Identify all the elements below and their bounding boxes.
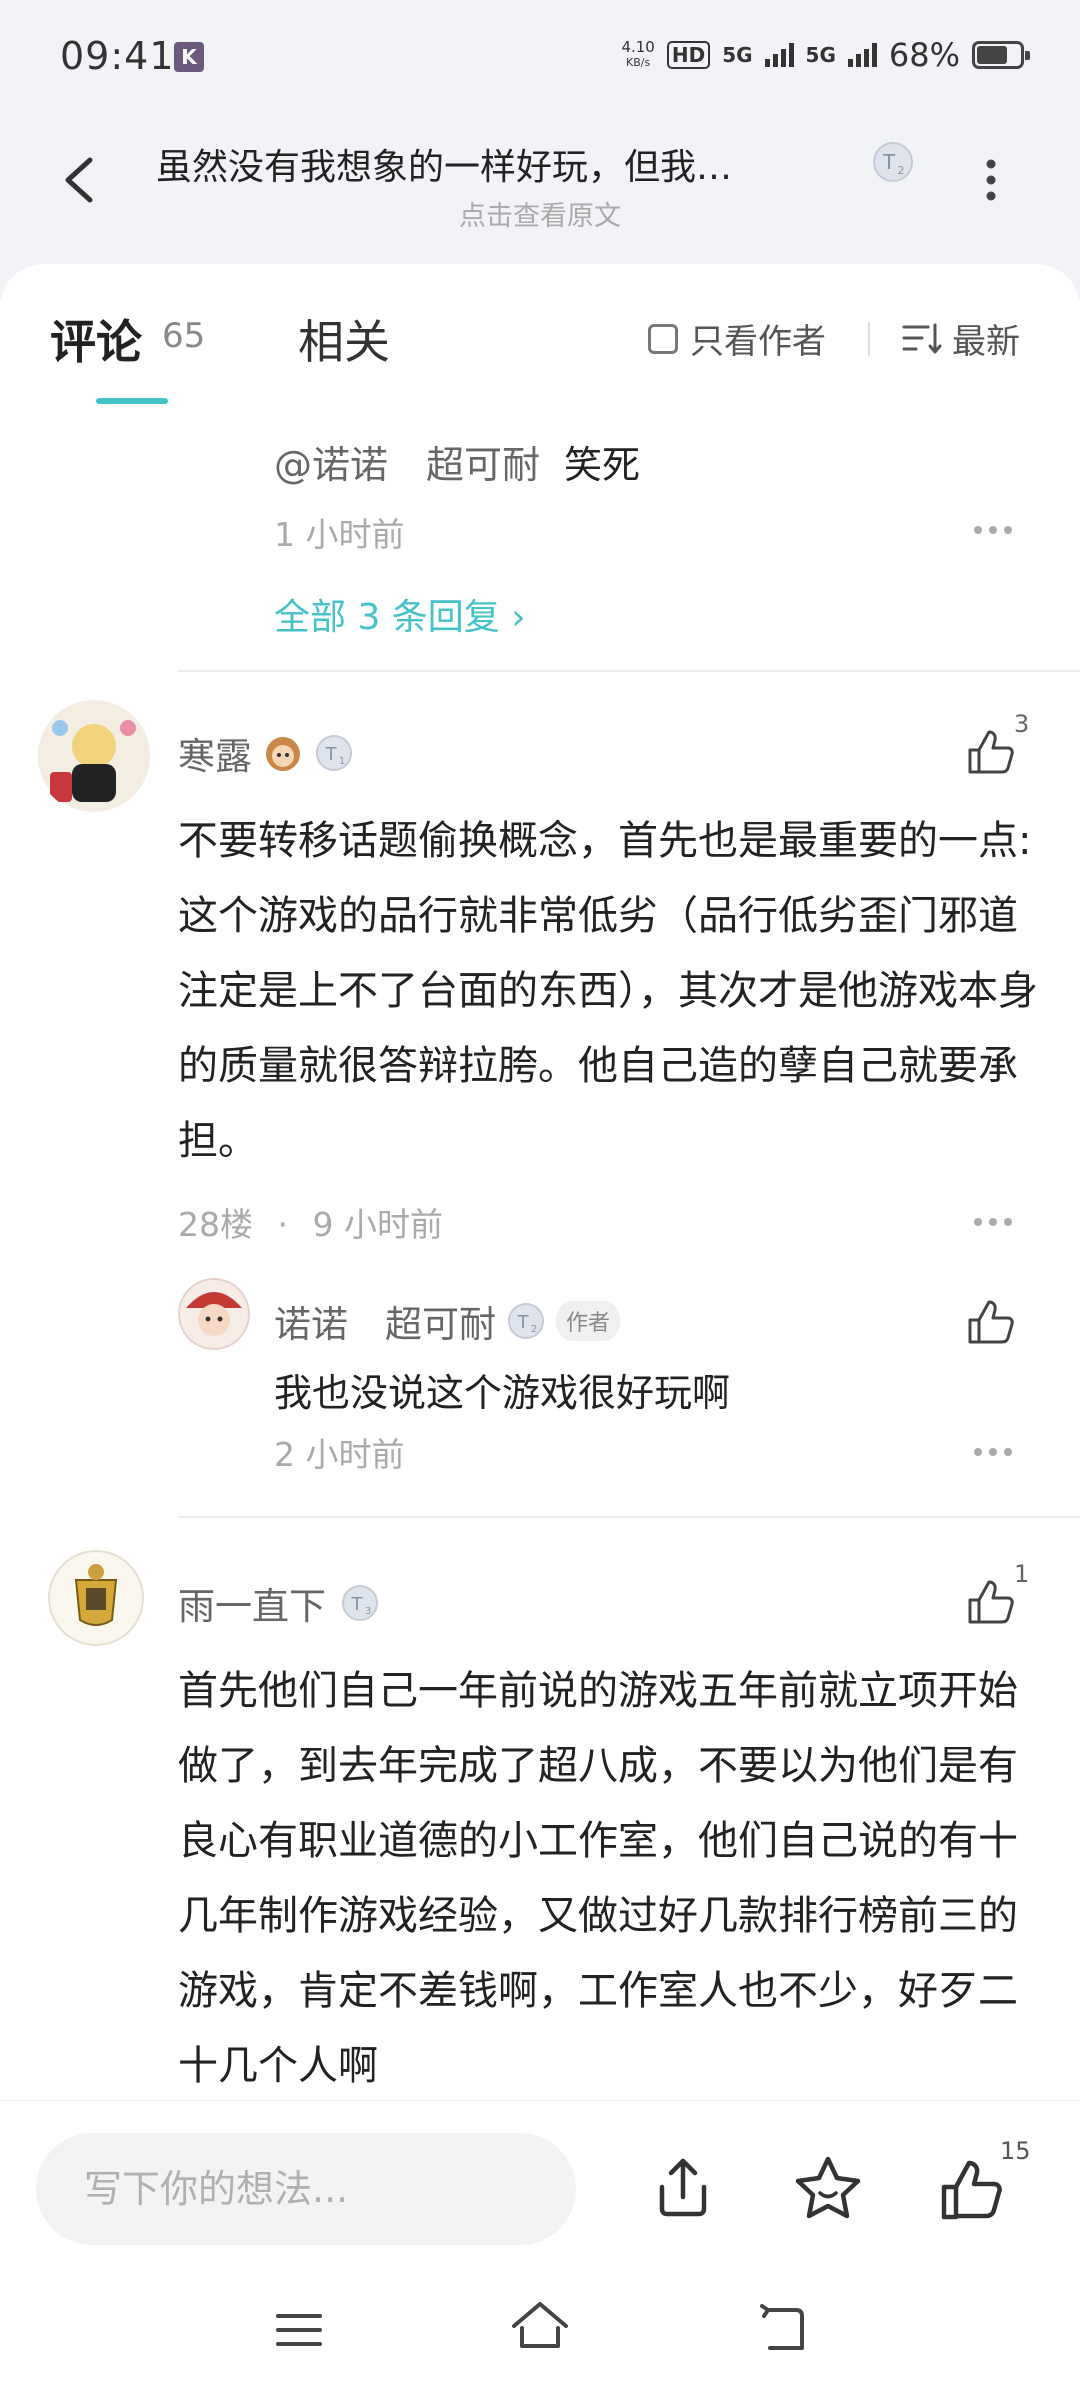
reply-mention[interactable]: @诺诺 超可耐 xyxy=(274,443,540,487)
author-only-label: 只看作者 xyxy=(690,322,826,362)
battery-icon xyxy=(972,41,1030,69)
recent-apps-icon[interactable] xyxy=(274,2310,324,2350)
status-time: 09:41 xyxy=(60,34,175,78)
comment-author[interactable]: 雨一直下 xyxy=(178,1576,326,1630)
svg-text:T: T xyxy=(517,1312,530,1333)
network-speed-unit: KB/s xyxy=(626,56,651,69)
status-indicators: 4.10 KB/s HD 5G 5G 68% xyxy=(621,36,1030,74)
more-options-icon[interactable] xyxy=(968,150,1014,210)
svg-text:T: T xyxy=(882,150,896,174)
comment-header: 雨一直下 T 3 xyxy=(178,1576,380,1630)
avatar[interactable] xyxy=(36,698,152,814)
svg-text:2: 2 xyxy=(898,164,905,177)
network-type-1: 5G xyxy=(722,43,753,67)
reply-more-icon[interactable] xyxy=(974,526,1012,534)
signal-strength-icon xyxy=(764,43,794,67)
signal-strength-icon-2 xyxy=(847,43,877,67)
hd-call-icon: HD xyxy=(666,41,711,69)
like-count: 3 xyxy=(1014,710,1030,738)
post-like-count: 15 xyxy=(1000,2137,1031,2165)
reply-author[interactable]: 诺诺 超可耐 xyxy=(274,1294,496,1348)
comment-floor: 28楼 xyxy=(178,1205,253,1244)
author-only-toggle[interactable]: 只看作者 xyxy=(648,314,826,363)
like-icon[interactable] xyxy=(964,724,1018,778)
battery-percent: 68% xyxy=(888,36,960,74)
reply-body: 笑死 xyxy=(564,443,641,487)
favorite-star-icon[interactable] xyxy=(792,2153,864,2225)
share-icon[interactable] xyxy=(648,2153,718,2223)
level-badge-icon: T 2 xyxy=(873,142,913,182)
comment-more-icon[interactable] xyxy=(974,1218,1012,1226)
reply-text: @诺诺 超可耐 笑死 xyxy=(274,434,640,489)
comments-count: 65 xyxy=(162,316,206,356)
author-only-checkbox[interactable] xyxy=(648,323,678,354)
svg-text:2: 2 xyxy=(531,1324,537,1335)
comment-body: 不要转移话题偷换概念，首先也是最重要的一点:这个游戏的品行就非常低劣（品行低劣歪… xyxy=(178,818,1038,1164)
system-back-icon[interactable] xyxy=(754,2304,808,2354)
avatar[interactable] xyxy=(178,1278,250,1350)
avatar[interactable] xyxy=(48,1550,144,1646)
svg-text:1: 1 xyxy=(339,756,345,767)
divider xyxy=(868,322,870,356)
author-tag: 作者 xyxy=(556,1301,621,1341)
reply-more-icon[interactable] xyxy=(974,1448,1012,1456)
reply-header: 诺诺 超可耐 T 2 作者 xyxy=(274,1294,621,1348)
like-icon[interactable] xyxy=(964,1294,1018,1348)
level-badge-icon: T 2 xyxy=(508,1303,544,1339)
reply-body: 我也没说这个游戏很好玩啊 xyxy=(274,1371,731,1415)
status-bar: 09:41 K 4.10 KB/s HD 5G 5G 68% xyxy=(0,0,1080,120)
network-type-2: 5G xyxy=(805,43,836,67)
network-speed: 4.10 KB/s xyxy=(621,40,654,70)
svg-text:3: 3 xyxy=(365,1606,371,1617)
system-navigation-bar xyxy=(0,2260,1080,2400)
like-count: 1 xyxy=(1014,1560,1030,1588)
comments-panel: @诺诺 超可耐 笑死 1 小时前 全部 3 条回复 › 寒露 T 1 3 不要转… xyxy=(0,264,1080,2100)
svg-text:T: T xyxy=(351,1594,364,1615)
network-speed-value: 4.10 xyxy=(621,38,655,56)
view-all-replies-link[interactable]: 全部 3 条回复 › xyxy=(274,588,526,640)
comment-meta: 28楼 · 9 小时前 xyxy=(178,1198,443,1246)
home-icon[interactable] xyxy=(508,2298,572,2358)
like-icon[interactable] xyxy=(964,1574,1018,1628)
level-badge-icon: T 3 xyxy=(342,1585,378,1621)
sort-icon xyxy=(902,323,942,353)
meta-separator: · xyxy=(277,1205,289,1244)
tab-indicator xyxy=(96,398,168,404)
sort-label: 最新 xyxy=(952,322,1020,362)
reply-time: 1 小时前 xyxy=(274,515,405,554)
app-notification-icon: K xyxy=(174,42,204,72)
sort-button[interactable]: 最新 xyxy=(902,314,1020,363)
tab-comments[interactable]: 评论 xyxy=(50,306,142,372)
tab-related[interactable]: 相关 xyxy=(298,306,390,372)
bottom-action-bar: 15 xyxy=(0,2100,1080,2260)
page-title[interactable]: 虽然没有我想象的一样好玩，但我… xyxy=(156,138,856,190)
reply-time: 2 小时前 xyxy=(274,1435,405,1474)
level-badge-icon: T 1 xyxy=(316,735,352,771)
tab-bar: 评论 65 相关 只看作者 最新 xyxy=(0,264,1080,404)
comment-input[interactable] xyxy=(36,2133,576,2245)
comment-time: 9 小时前 xyxy=(312,1205,444,1244)
comment-author[interactable]: 寒露 xyxy=(178,726,252,780)
comment-header: 寒露 T 1 xyxy=(178,726,354,780)
comment-body: 首先他们自己一年前说的游戏五年前就立项开始做了，到去年完成了超八成，不要以为他们… xyxy=(178,1668,1018,2089)
divider xyxy=(178,670,1080,672)
view-original-link[interactable]: 点击查看原文 xyxy=(0,194,1080,233)
divider xyxy=(178,1516,1080,1518)
svg-text:T: T xyxy=(325,744,338,765)
like-post-icon[interactable] xyxy=(936,2153,1008,2225)
user-emoji-icon xyxy=(266,737,300,771)
